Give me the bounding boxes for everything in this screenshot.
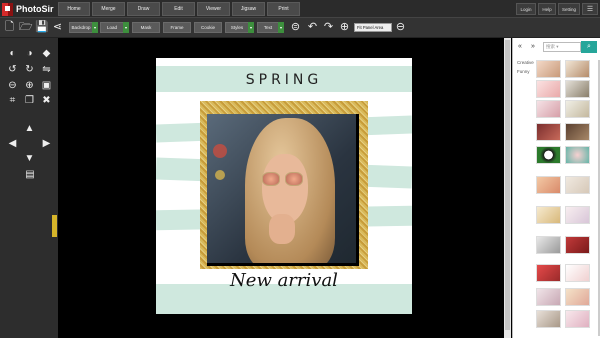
template-thumbnail[interactable] [565,288,590,306]
move-up-icon[interactable]: ▲ [24,123,35,134]
copy-icon[interactable]: ❐ [24,95,35,106]
template-thumbnail[interactable] [565,206,590,224]
expand-right-icon[interactable]: » [531,43,535,50]
load-button[interactable]: Load [100,22,124,33]
move-down-icon[interactable]: ▼ [24,153,35,164]
image-icon[interactable]: ▣ [41,80,52,91]
undo-icon[interactable]: ↶ [306,21,319,34]
tab-home[interactable]: Home [58,2,90,16]
zoom-in-tool-icon[interactable]: ⊕ [24,80,35,91]
template-thumbnail[interactable] [565,100,590,118]
load-dropdown-icon[interactable]: ▾ [123,22,129,33]
delete-icon[interactable]: ✖ [41,95,52,106]
tab-edit[interactable]: Edit [162,2,195,16]
open-folder-icon[interactable]: 🗁 [19,21,33,34]
zoom-out-tool-icon[interactable]: ⊖ [7,80,18,91]
fit-zoom-icon[interactable]: ⊜ [289,21,302,34]
photosir-app: PhotoSir Home Merge Draw Edit Viewer Jig… [0,0,600,338]
template-thumbnail[interactable] [536,176,561,194]
styles-button[interactable]: Styles [225,22,249,33]
tab-jigsaw[interactable]: Jigsaw [232,2,265,16]
zoom-mode-select[interactable]: Fit Panel Area [354,23,392,32]
main-toolbar: 🗋 🗁 💾 ⋖ Backdrop ▾ Load ▾ Mask Frame Coo… [0,18,600,38]
backdrop-dropdown-icon[interactable]: ▾ [92,22,98,33]
template-thumbnail[interactable] [565,236,590,254]
new-file-icon[interactable]: 🗋 [3,21,16,34]
mask-button[interactable]: Mask [132,22,160,33]
flip-icon[interactable]: ⇋ [41,64,52,75]
brightness-icon[interactable]: ◐ [7,48,18,59]
template-thumbnail[interactable] [565,310,590,328]
text-button[interactable]: Text [257,22,279,33]
photo-shadow-frame [207,114,359,266]
tab-draw[interactable]: Draw [127,2,160,16]
template-search-input[interactable]: 搜索 ▾ [543,42,581,52]
logo-icon [2,2,13,16]
spring-heading: SPRING [245,72,323,88]
template-thumbnail[interactable] [565,80,590,98]
template-thumbnail[interactable] [536,288,561,306]
template-thumbnail[interactable] [536,310,561,328]
sharpen-icon[interactable]: ◆ [41,48,52,59]
template-thumbnail[interactable] [536,60,561,78]
tab-viewer[interactable]: Viewer [197,2,230,16]
crop-icon[interactable]: ⌗ [7,95,18,106]
frame-button[interactable]: Frame [163,22,191,33]
login-link[interactable]: Login [516,3,536,15]
template-thumbnail[interactable] [565,123,590,141]
redo-icon[interactable]: ↷ [322,21,335,34]
move-right-icon[interactable]: ▶ [41,138,52,149]
tagline-text: New arrival [230,270,338,291]
template-thumbnail[interactable] [565,146,590,164]
template-thumbnail[interactable] [536,206,561,224]
artboard[interactable]: SPRING New arrival [156,58,412,314]
top-menu-bar: PhotoSir Home Merge Draw Edit Viewer Jig… [0,0,600,18]
contrast-icon[interactable]: ◑ [24,48,35,59]
tab-print[interactable]: Print [267,2,300,16]
hamburger-menu-icon[interactable]: ☰ [582,3,598,15]
template-panel: « » 搜索 ▾ ⌕ Creative Funny [512,38,600,338]
canvas-scroll-thumb[interactable] [505,40,510,330]
search-icon[interactable]: ⌕ [581,41,597,53]
rotate-left-icon[interactable]: ↺ [7,64,18,75]
setting-link[interactable]: Setting [558,3,580,15]
category-creative[interactable]: Creative [517,60,534,65]
template-thumbnail[interactable] [536,80,561,98]
template-thumbnail[interactable] [536,264,561,282]
backdrop-button[interactable]: Backdrop [69,22,93,33]
cookie-button[interactable]: Cookie [194,22,222,33]
move-left-icon[interactable]: ◀ [7,138,18,149]
collapse-left-icon[interactable]: « [518,43,522,50]
tab-merge[interactable]: Merge [92,2,125,16]
template-thumbnail[interactable] [536,236,561,254]
search-placeholder: 搜索 ▾ [546,44,559,49]
zoom-mode-value: Fit Panel Area [357,25,384,30]
template-thumbnail[interactable] [536,100,561,118]
template-thumbnail[interactable] [536,146,561,164]
template-thumbnail[interactable] [536,123,561,141]
save-icon[interactable]: 💾 [35,21,49,34]
text-dropdown-icon[interactable]: ▾ [278,22,284,33]
rotate-right-icon[interactable]: ↻ [24,64,35,75]
app-logo: PhotoSir [2,2,54,16]
panel-collapse-handle[interactable] [52,215,57,237]
user-layer-icon[interactable]: ▤ [21,169,39,180]
styles-dropdown-icon[interactable]: ▾ [248,22,254,33]
zoom-out-icon[interactable]: ⊖ [394,21,407,34]
help-link[interactable]: Help [538,3,556,15]
zoom-in-icon[interactable]: ⊕ [338,21,351,34]
template-thumbnail[interactable] [565,176,590,194]
canvas-scrollbar[interactable] [504,38,511,338]
app-title: PhotoSir [16,4,54,14]
category-funny[interactable]: Funny [517,69,530,74]
template-thumbnail[interactable] [565,264,590,282]
share-icon[interactable]: ⋖ [51,21,64,34]
left-tools-panel: ◐ ◑ ◆ ↺ ↻ ⇋ ⊖ ⊕ ▣ ⌗ ❐ ✖ ▲ ◀ ▶ ▼ ▤ [0,38,58,338]
template-thumbnail[interactable] [565,60,590,78]
